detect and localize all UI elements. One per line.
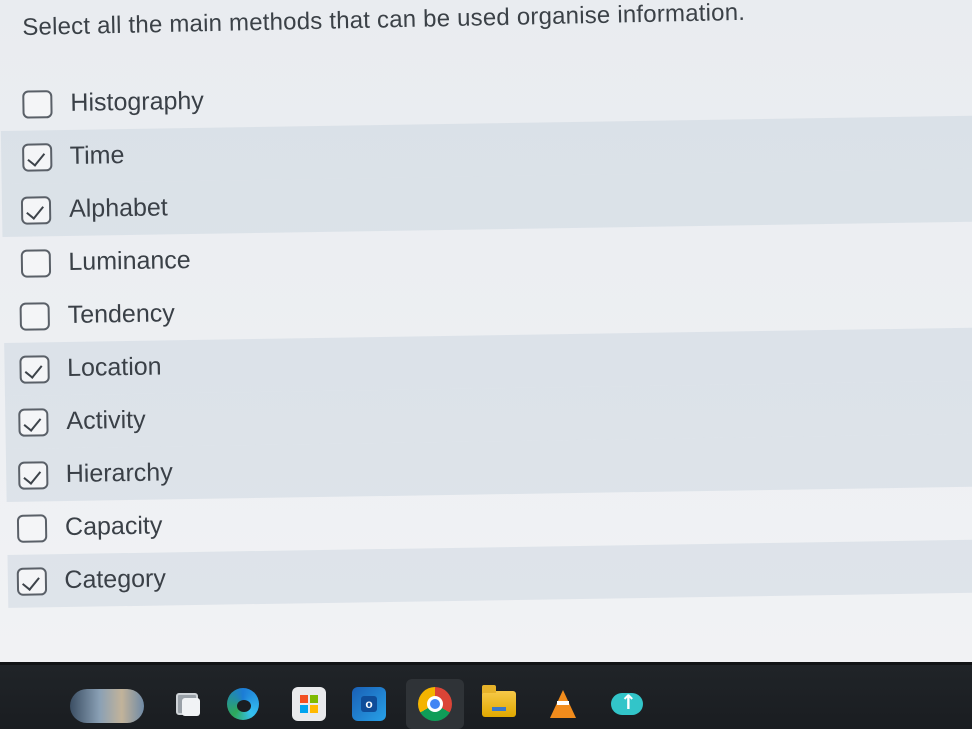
option-label: Luminance: [68, 246, 191, 276]
option-label: Location: [66, 352, 162, 382]
outlook-icon[interactable]: o: [352, 687, 386, 721]
option-label: Hierarchy: [65, 458, 173, 489]
vlc-icon[interactable]: [546, 687, 580, 721]
edge-icon[interactable]: [226, 687, 260, 721]
screen: Select all the main methods that can be …: [0, 0, 972, 729]
option-label: Capacity: [64, 511, 163, 542]
question-text: Select all the main methods that can be …: [22, 0, 746, 41]
checkmark-icon: [21, 571, 40, 591]
checkmark-icon: [26, 147, 45, 167]
widgets-icon[interactable]: [70, 689, 144, 723]
option-label: Alphabet: [68, 193, 168, 223]
option-label: Category: [64, 564, 167, 595]
cloud-upload-icon[interactable]: [610, 687, 644, 721]
checkbox[interactable]: [18, 354, 50, 384]
file-explorer-icon[interactable]: [482, 685, 516, 721]
chrome-icon[interactable]: [418, 687, 452, 721]
microsoft-store-icon[interactable]: [292, 687, 326, 721]
checkbox[interactable]: [17, 460, 48, 490]
checkbox[interactable]: [21, 142, 52, 172]
checkmark-icon: [23, 412, 42, 432]
checkbox[interactable]: [16, 513, 48, 543]
option-label: Activity: [66, 405, 146, 435]
task-view-icon[interactable]: [170, 687, 204, 721]
checkbox[interactable]: [18, 407, 49, 437]
checkbox[interactable]: [20, 248, 51, 278]
option-label: Time: [69, 141, 125, 170]
option-label: Tendency: [67, 299, 175, 329]
checkmark-icon: [22, 465, 41, 485]
option-label: Histography: [70, 86, 205, 117]
checkbox[interactable]: [19, 301, 50, 331]
checkbox[interactable]: [16, 566, 47, 596]
checkbox[interactable]: [20, 195, 52, 225]
options-list: Histography Time Alphabet Luminance Tend…: [0, 63, 972, 608]
taskbar: o: [0, 662, 972, 729]
checkmark-icon: [24, 359, 43, 379]
checkbox[interactable]: [22, 89, 53, 119]
checkmark-icon: [26, 200, 45, 220]
